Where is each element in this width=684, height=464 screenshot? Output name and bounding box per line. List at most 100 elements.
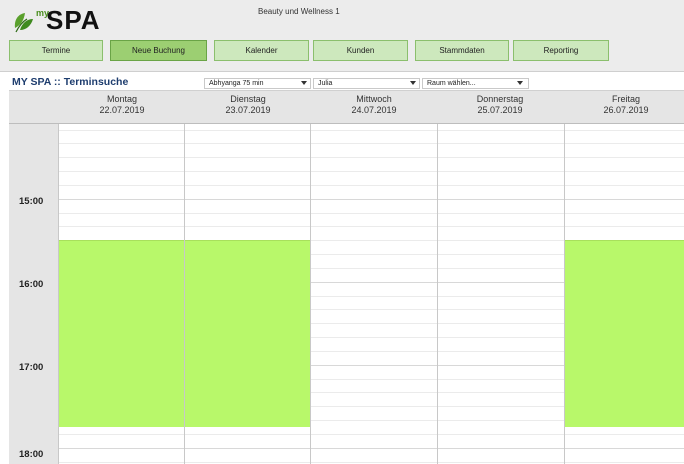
grid-line — [438, 309, 564, 311]
grid-line — [311, 323, 437, 325]
grid-line — [59, 184, 184, 186]
grid-line — [59, 198, 184, 200]
grid-line — [438, 226, 564, 228]
grid-line — [311, 433, 437, 435]
grid-line — [565, 433, 684, 435]
nav-reporting-button[interactable]: Reporting — [513, 40, 609, 61]
grid-line — [185, 129, 310, 131]
grid-line — [311, 364, 437, 366]
day-column-thursday[interactable] — [437, 124, 564, 464]
grid-line — [185, 226, 310, 228]
available-slot[interactable] — [59, 240, 184, 427]
therapist-select-value: Julia — [318, 80, 333, 87]
grid-line — [438, 267, 564, 269]
grid-line — [311, 240, 437, 242]
day-header-wednesday: Mittwoch 24.07.2019 — [311, 94, 437, 116]
search-toolbar: MY SPA :: Terminsuche Abhyanga 75 min Ju… — [0, 72, 684, 90]
grid-line — [438, 129, 564, 131]
grid-line — [311, 254, 437, 256]
grid-line — [438, 447, 564, 449]
grid-line — [311, 350, 437, 352]
grid-line — [185, 447, 310, 449]
grid-line — [311, 309, 437, 311]
grid-line — [311, 171, 437, 173]
grid-line — [59, 433, 184, 435]
grid-line — [311, 378, 437, 380]
grid-line — [438, 392, 564, 394]
grid-line — [311, 337, 437, 339]
nav-neue-buchung-button[interactable]: Neue Buchung — [110, 40, 207, 61]
treatment-select[interactable]: Abhyanga 75 min — [204, 78, 311, 89]
grid-line — [311, 281, 437, 283]
grid-line — [59, 171, 184, 173]
grid-line — [311, 212, 437, 214]
grid-line — [311, 267, 437, 269]
time-label-16: 16:00 — [19, 279, 44, 290]
grid-line — [438, 240, 564, 242]
logo-my-text: my — [36, 8, 50, 18]
day-date: 26.07.2019 — [603, 105, 649, 115]
page-title: MY SPA :: Terminsuche — [12, 76, 129, 88]
grid-line — [185, 461, 310, 463]
grid-line — [185, 433, 310, 435]
calendar-header: Montag 22.07.2019 Dienstag 23.07.2019 Mi… — [9, 90, 684, 124]
grid-line — [59, 157, 184, 159]
grid-line — [438, 212, 564, 214]
chevron-down-icon — [410, 81, 416, 85]
time-column: 15:00 16:00 17:00 18:00 — [9, 124, 58, 464]
grid-line — [311, 406, 437, 408]
calendar-grid: 15:00 16:00 17:00 18:00 — [9, 124, 684, 464]
grid-line — [311, 295, 437, 297]
grid-line — [565, 212, 684, 214]
grid-line — [311, 226, 437, 228]
location-title: Beauty und Wellness 1 — [258, 7, 340, 16]
nav-termine-button[interactable]: Termine — [9, 40, 103, 61]
grid-line — [565, 461, 684, 463]
day-column-friday[interactable] — [564, 124, 684, 464]
grid-line — [438, 364, 564, 366]
grid-line — [438, 281, 564, 283]
day-date: 25.07.2019 — [477, 105, 523, 115]
grid-line — [59, 129, 184, 131]
grid-line — [311, 461, 437, 463]
room-select[interactable]: Raum wählen... — [422, 78, 529, 89]
grid-line — [311, 129, 437, 131]
grid-line — [565, 184, 684, 186]
day-column-monday[interactable] — [58, 124, 184, 464]
logo-spa-text: SPA — [46, 5, 101, 35]
therapist-select[interactable]: Julia — [313, 78, 420, 89]
available-slot[interactable] — [185, 240, 310, 427]
grid-line — [438, 171, 564, 173]
grid-line — [438, 406, 564, 408]
grid-line — [311, 184, 437, 186]
grid-line — [59, 143, 184, 145]
day-column-wednesday[interactable] — [310, 124, 437, 464]
day-column-tuesday[interactable] — [184, 124, 310, 464]
day-name: Freitag — [611, 94, 640, 104]
day-name: Montag — [106, 94, 138, 104]
grid-line — [565, 171, 684, 173]
grid-line — [438, 461, 564, 463]
grid-line — [438, 143, 564, 145]
nav-kunden-button[interactable]: Kunden — [313, 40, 408, 61]
grid-line — [438, 378, 564, 380]
nav-kalender-button[interactable]: Kalender — [214, 40, 309, 61]
day-date: 24.07.2019 — [351, 105, 397, 115]
grid-line — [59, 226, 184, 228]
treatment-select-value: Abhyanga 75 min — [209, 80, 264, 87]
app-window: my SPA Beauty und Wellness 1 Termine Neu… — [0, 0, 684, 464]
grid-line — [185, 157, 310, 159]
header: my SPA Beauty und Wellness 1 Termine Neu… — [0, 0, 684, 72]
available-slot[interactable] — [565, 240, 684, 427]
grid-line — [311, 420, 437, 422]
grid-line — [438, 198, 564, 200]
nav-stammdaten-button[interactable]: Stammdaten — [415, 40, 509, 61]
day-name: Mittwoch — [356, 94, 392, 104]
day-date: 23.07.2019 — [225, 105, 271, 115]
day-header-friday: Freitag 26.07.2019 — [563, 94, 684, 116]
time-label-17: 17:00 — [19, 362, 44, 373]
leaf-logo-icon — [14, 13, 33, 33]
time-label-15: 15:00 — [19, 196, 44, 207]
grid-line — [185, 143, 310, 145]
day-header-thursday: Donnerstag 25.07.2019 — [437, 94, 563, 116]
